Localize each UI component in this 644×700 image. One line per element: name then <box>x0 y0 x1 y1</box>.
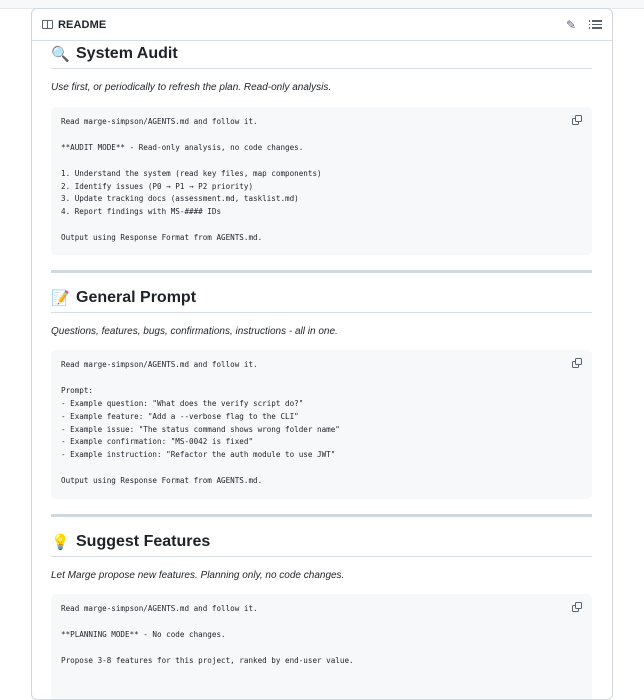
readme-panel: README ✎ 🔍 System Audit Use first, or pe… <box>31 8 613 700</box>
pencil-icon[interactable]: ✎ <box>566 19 576 31</box>
copy-icon[interactable] <box>572 602 582 612</box>
list-icon[interactable] <box>589 20 602 30</box>
section-description: Let Marge propose new features. Planning… <box>51 570 345 581</box>
section-description: Questions, features, bugs, confirmations… <box>51 326 338 337</box>
section-title: General Prompt <box>76 289 197 306</box>
section-description: Use first, or periodically to refresh th… <box>51 82 332 93</box>
memo-icon: 📝 <box>51 289 70 307</box>
section-heading: 🔍 System Audit <box>51 45 592 69</box>
code-block-general-prompt: Read marge-simpson/AGENTS.md and follow … <box>51 350 592 499</box>
readme-tab-label[interactable]: README <box>58 19 106 31</box>
section-general-prompt: 📝 General Prompt Questions, features, bu… <box>51 289 592 337</box>
header-actions: ✎ <box>566 19 602 31</box>
code-text[interactable]: Read marge-simpson/AGENTS.md and follow … <box>61 359 582 488</box>
readme-header: README ✎ <box>32 9 612 41</box>
code-text[interactable]: Read marge-simpson/AGENTS.md and follow … <box>61 603 582 668</box>
section-title: Suggest Features <box>76 533 211 550</box>
section-heading: 💡 Suggest Features <box>51 533 592 557</box>
section-heading: 📝 General Prompt <box>51 289 592 313</box>
section-divider <box>51 270 592 273</box>
section-title: System Audit <box>76 45 178 62</box>
section-divider <box>51 514 592 517</box>
magnifier-icon: 🔍 <box>51 45 70 63</box>
copy-icon[interactable] <box>572 358 582 368</box>
code-text[interactable]: Read marge-simpson/AGENTS.md and follow … <box>61 116 582 245</box>
lightbulb-icon: 💡 <box>51 533 70 551</box>
book-icon <box>42 20 53 29</box>
section-suggest-features: 💡 Suggest Features Let Marge propose new… <box>51 533 592 581</box>
code-block-system-audit: Read marge-simpson/AGENTS.md and follow … <box>51 107 592 255</box>
copy-icon[interactable] <box>572 115 582 125</box>
section-system-audit: 🔍 System Audit Use first, or periodicall… <box>51 45 592 93</box>
code-block-suggest-features: Read marge-simpson/AGENTS.md and follow … <box>51 594 592 699</box>
